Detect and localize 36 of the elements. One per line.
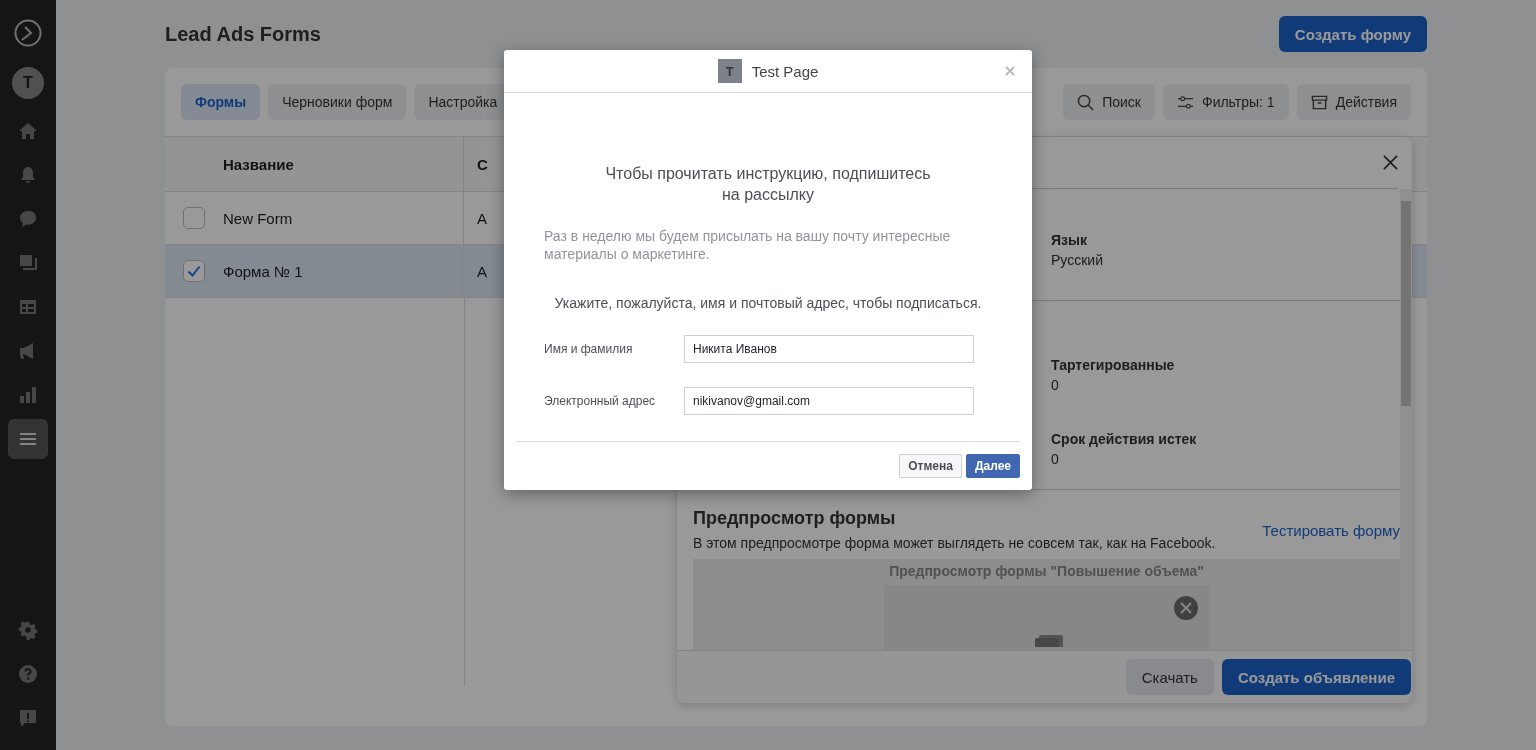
tab[interactable]: Черновики форм — [268, 84, 407, 120]
section-description: В этом предпросмотре форма может выглядеть не совсем так, как на Facebook. — [693, 535, 1216, 551]
dialog-description: Раз в неделю мы будем присылать на вашу почту интересные материалы о маркетинге. — [544, 227, 952, 263]
table-cell-text: А — [476, 262, 487, 280]
create-ad-button[interactable]: Создать объявление — [1221, 659, 1411, 695]
table-cell: New Form — [223, 192, 464, 244]
cancel-button[interactable]: Отмена — [899, 454, 962, 478]
column-header: С — [476, 155, 488, 173]
download-button[interactable]: Скачать — [1125, 659, 1214, 695]
dialog-heading: Чтобы прочитать инструкцию, подпишитесь на рассылку — [604, 164, 932, 205]
table-cell-text: А — [476, 209, 487, 227]
search-button[interactable]: Поиск — [1063, 84, 1155, 120]
table-cell: Форма № 1 — [223, 245, 464, 297]
field-value: 0 — [1051, 451, 1060, 467]
page-avatar: T — [717, 59, 742, 83]
input-field[interactable]: Никита Иванов — [684, 335, 974, 363]
column-header: Название — [223, 137, 464, 191]
dialog-title: Test Page — [751, 62, 819, 80]
tab[interactable]: Формы — [181, 84, 261, 120]
field-label: Имя и фамилия — [544, 342, 634, 356]
preview-title: Предпросмотр формы "Повышение объема" — [889, 563, 1204, 579]
page-title: Lead Ads Forms — [165, 22, 321, 46]
filter-button[interactable]: Фильтры: 1 — [1163, 84, 1289, 120]
field-value: 0 — [1051, 377, 1060, 393]
actions-button[interactable]: Действия — [1296, 84, 1411, 120]
dialog-prompt: Укажите, пожалуйста, имя и почтовый адрес, чтобы подписаться. — [553, 295, 983, 311]
field-label: Срок действия истек — [1051, 431, 1198, 447]
next-button[interactable]: Далее — [965, 454, 1020, 478]
field-label: Язык — [1051, 231, 1088, 248]
field-value: Русский — [1051, 251, 1103, 268]
section-title: Предпросмотр формы — [693, 508, 897, 529]
field-label: Тартегированные — [1051, 357, 1176, 373]
create-form-button[interactable]: Создать форму — [1278, 16, 1427, 52]
input-field[interactable]: nikivanov@gmail.com — [684, 387, 974, 415]
field-label: Электронный адрес — [544, 394, 657, 408]
test-form-link[interactable]: Тестировать форму — [1262, 522, 1400, 539]
